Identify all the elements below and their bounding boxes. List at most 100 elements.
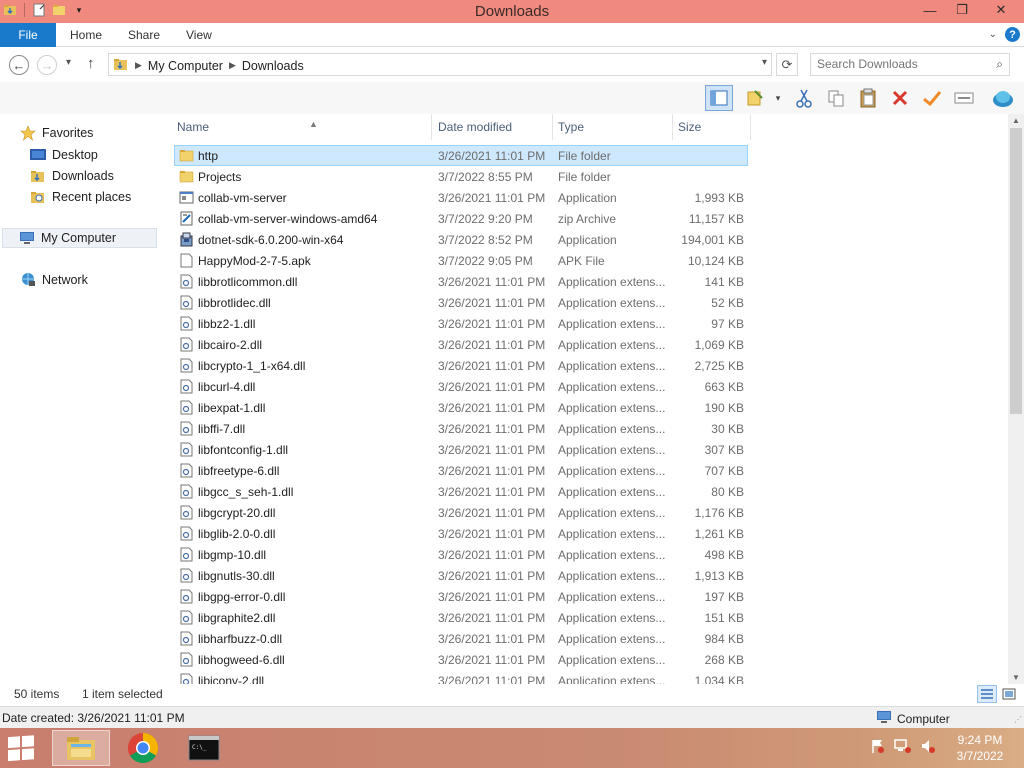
file-row[interactable]: libffi-7.dll 3/26/2021 11:01 PM Applicatio… <box>160 418 1010 439</box>
dll-icon <box>179 526 194 541</box>
dll-icon <box>179 295 194 310</box>
breadcrumb-separator[interactable]: ▶ <box>135 60 142 71</box>
file-size: 197 KB <box>704 590 744 604</box>
file-row[interactable]: libexpat-1.dll 3/26/2021 11:01 PM Applicat… <box>160 397 1010 418</box>
file-row[interactable]: libcrypto-1_1-x64.dll 3/26/2021 11:01 PM A… <box>160 355 1010 376</box>
taskbar-chrome[interactable] <box>114 730 172 766</box>
file-row[interactable]: collab-vm-server 3/26/2021 11:01 PM Applic… <box>160 187 1010 208</box>
file-type: File folder <box>558 170 611 184</box>
properties-icon[interactable] <box>742 85 770 111</box>
file-row[interactable]: libharfbuzz-0.dll 3/26/2021 11:01 PM Appli… <box>160 628 1010 649</box>
file-row[interactable]: libfontconfig-1.dll 3/26/2021 11:01 PM App… <box>160 439 1010 460</box>
nav-favorites[interactable]: Favorites <box>20 123 93 143</box>
start-button[interactable] <box>8 735 40 763</box>
nav-my-computer[interactable]: My Computer <box>2 228 157 248</box>
action-center-flag-icon[interactable] <box>870 738 886 757</box>
address-bar[interactable]: ▶ My Computer ▶ Downloads ▾ <box>108 53 772 76</box>
close-button[interactable]: ✕ <box>978 0 1024 20</box>
dll-icon <box>179 358 194 373</box>
file-type: Application extens... <box>558 317 666 331</box>
taskbar-file-explorer[interactable] <box>52 730 110 766</box>
scroll-down-icon[interactable]: ▼ <box>1008 673 1024 682</box>
refresh-button[interactable]: ⟳ <box>776 53 798 76</box>
file-row[interactable]: libgpg-error-0.dll 3/26/2021 11:01 PM Appl… <box>160 586 1010 607</box>
file-type: Application extens... <box>558 590 666 604</box>
nav-network[interactable]: Network <box>20 270 88 290</box>
windows-logo-pane <box>8 749 20 762</box>
file-row[interactable]: http 3/26/2021 11:01 PM File folder <box>160 145 1010 166</box>
help-icon[interactable]: ? <box>1005 27 1020 42</box>
file-type: Application extens... <box>558 275 666 289</box>
up-button[interactable]: ↑ <box>87 55 95 72</box>
column-type[interactable]: Type <box>553 114 673 140</box>
nav-recent-places[interactable]: Recent places <box>30 187 131 207</box>
search-icon[interactable]: ⌕ <box>996 57 1003 72</box>
volume-muted-icon[interactable] <box>920 738 936 757</box>
delete-icon[interactable] <box>886 85 914 111</box>
file-row[interactable]: libbrotlicommon.dll 3/26/2021 11:01 PM App… <box>160 271 1010 292</box>
file-row[interactable]: libgnutls-30.dll 3/26/2021 11:01 PM Applic… <box>160 565 1010 586</box>
taskbar-clock[interactable]: 9:24 PM 3/7/2022 <box>950 732 1010 764</box>
file-row[interactable]: libiconv-2.dll 3/26/2021 11:01 PM Applicat… <box>160 670 1010 684</box>
search-box[interactable]: ⌕ <box>810 53 1010 76</box>
tab-file[interactable]: File <box>0 23 56 47</box>
file-row[interactable]: Projects 3/7/2022 8:55 PM File folder <box>160 166 1010 187</box>
file-row[interactable]: libglib-2.0-0.dll 3/26/2021 11:01 PM Appli… <box>160 523 1010 544</box>
cut-icon[interactable] <box>790 85 818 111</box>
resize-grip-icon[interactable]: ⋰ <box>1014 715 1022 724</box>
recent-locations-dropdown[interactable]: ▾ <box>66 57 71 68</box>
forward-button[interactable]: → <box>37 55 57 75</box>
network-status-icon[interactable] <box>894 738 912 757</box>
file-size: 707 KB <box>704 464 744 478</box>
column-name[interactable]: Name ▲ <box>172 114 432 140</box>
nav-desktop[interactable]: Desktop <box>30 145 98 165</box>
column-date-modified[interactable]: Date modified <box>433 114 553 140</box>
file-name: HappyMod-2-7-5.apk <box>198 254 311 268</box>
large-icons-view-button[interactable] <box>999 685 1019 703</box>
minimize-button[interactable]: — <box>914 0 946 20</box>
column-size[interactable]: Size <box>673 114 751 140</box>
nav-downloads-label: Downloads <box>52 169 114 183</box>
file-row[interactable]: libbrotlidec.dll 3/26/2021 11:01 PM Applic… <box>160 292 1010 313</box>
address-dropdown-icon[interactable]: ▾ <box>762 57 767 68</box>
file-row[interactable]: libcurl-4.dll 3/26/2021 11:01 PM Applicati… <box>160 376 1010 397</box>
dll-icon <box>179 337 194 352</box>
properties-dropdown-icon[interactable]: ▾ <box>770 85 786 111</box>
maximize-button[interactable]: ❐ <box>946 0 978 20</box>
file-row[interactable]: libfreetype-6.dll 3/26/2021 11:01 PM Appli… <box>160 460 1010 481</box>
vertical-scrollbar[interactable]: ▲ ▼ <box>1008 114 1024 684</box>
file-row[interactable]: libgraphite2.dll 3/26/2021 11:01 PM Applic… <box>160 607 1010 628</box>
breadcrumb-separator[interactable]: ▶ <box>229 60 236 71</box>
file-row[interactable]: libhogweed-6.dll 3/26/2021 11:01 PM Applic… <box>160 649 1010 670</box>
file-row[interactable]: libgmp-10.dll 3/26/2021 11:01 PM Applicati… <box>160 544 1010 565</box>
file-row[interactable]: libgcrypt-20.dll 3/26/2021 11:01 PM Applic… <box>160 502 1010 523</box>
copy-icon[interactable] <box>822 85 850 111</box>
back-button[interactable]: ← <box>9 55 29 75</box>
tab-view[interactable]: View <box>186 23 212 47</box>
file-row[interactable]: collab-vm-server-windows-amd64 3/7/2022 9… <box>160 208 1010 229</box>
tab-share[interactable]: Share <box>128 23 160 47</box>
search-input[interactable] <box>817 57 982 71</box>
expand-ribbon-icon[interactable]: ⌄ <box>989 29 997 40</box>
checkmark-icon[interactable] <box>918 85 946 111</box>
tab-home[interactable]: Home <box>70 23 102 47</box>
file-row[interactable]: libbz2-1.dll 3/26/2021 11:01 PM Applicatio… <box>160 313 1010 334</box>
breadcrumb-my-computer[interactable]: My Computer <box>148 59 223 73</box>
details-view-button[interactable] <box>977 685 997 703</box>
layout-button[interactable] <box>705 85 733 111</box>
globe-icon[interactable] <box>989 85 1017 111</box>
file-row[interactable]: HappyMod-2-7-5.apk 3/7/2022 9:05 PM APK Fi… <box>160 250 1010 271</box>
file-row[interactable]: libgcc_s_seh-1.dll 3/26/2021 11:01 PM Appl… <box>160 481 1010 502</box>
nav-my-computer-label: My Computer <box>41 231 117 245</box>
file-row[interactable]: dotnet-sdk-6.0.200-win-x64 3/7/2022 8:52 … <box>160 229 1010 250</box>
scroll-up-icon[interactable]: ▲ <box>1008 116 1024 125</box>
file-row[interactable]: libcairo-2.dll 3/26/2021 11:01 PM Applicat… <box>160 334 1010 355</box>
file-size: 1,993 KB <box>694 191 744 205</box>
rename-icon[interactable] <box>950 85 978 111</box>
scrollbar-thumb[interactable] <box>1010 128 1022 414</box>
paste-icon[interactable] <box>854 85 882 111</box>
taskbar-command-prompt[interactable]: C:\_ <box>175 730 233 766</box>
sort-ascending-icon: ▲ <box>309 119 318 129</box>
nav-downloads[interactable]: Downloads <box>30 166 114 186</box>
breadcrumb-downloads[interactable]: Downloads <box>242 59 304 73</box>
